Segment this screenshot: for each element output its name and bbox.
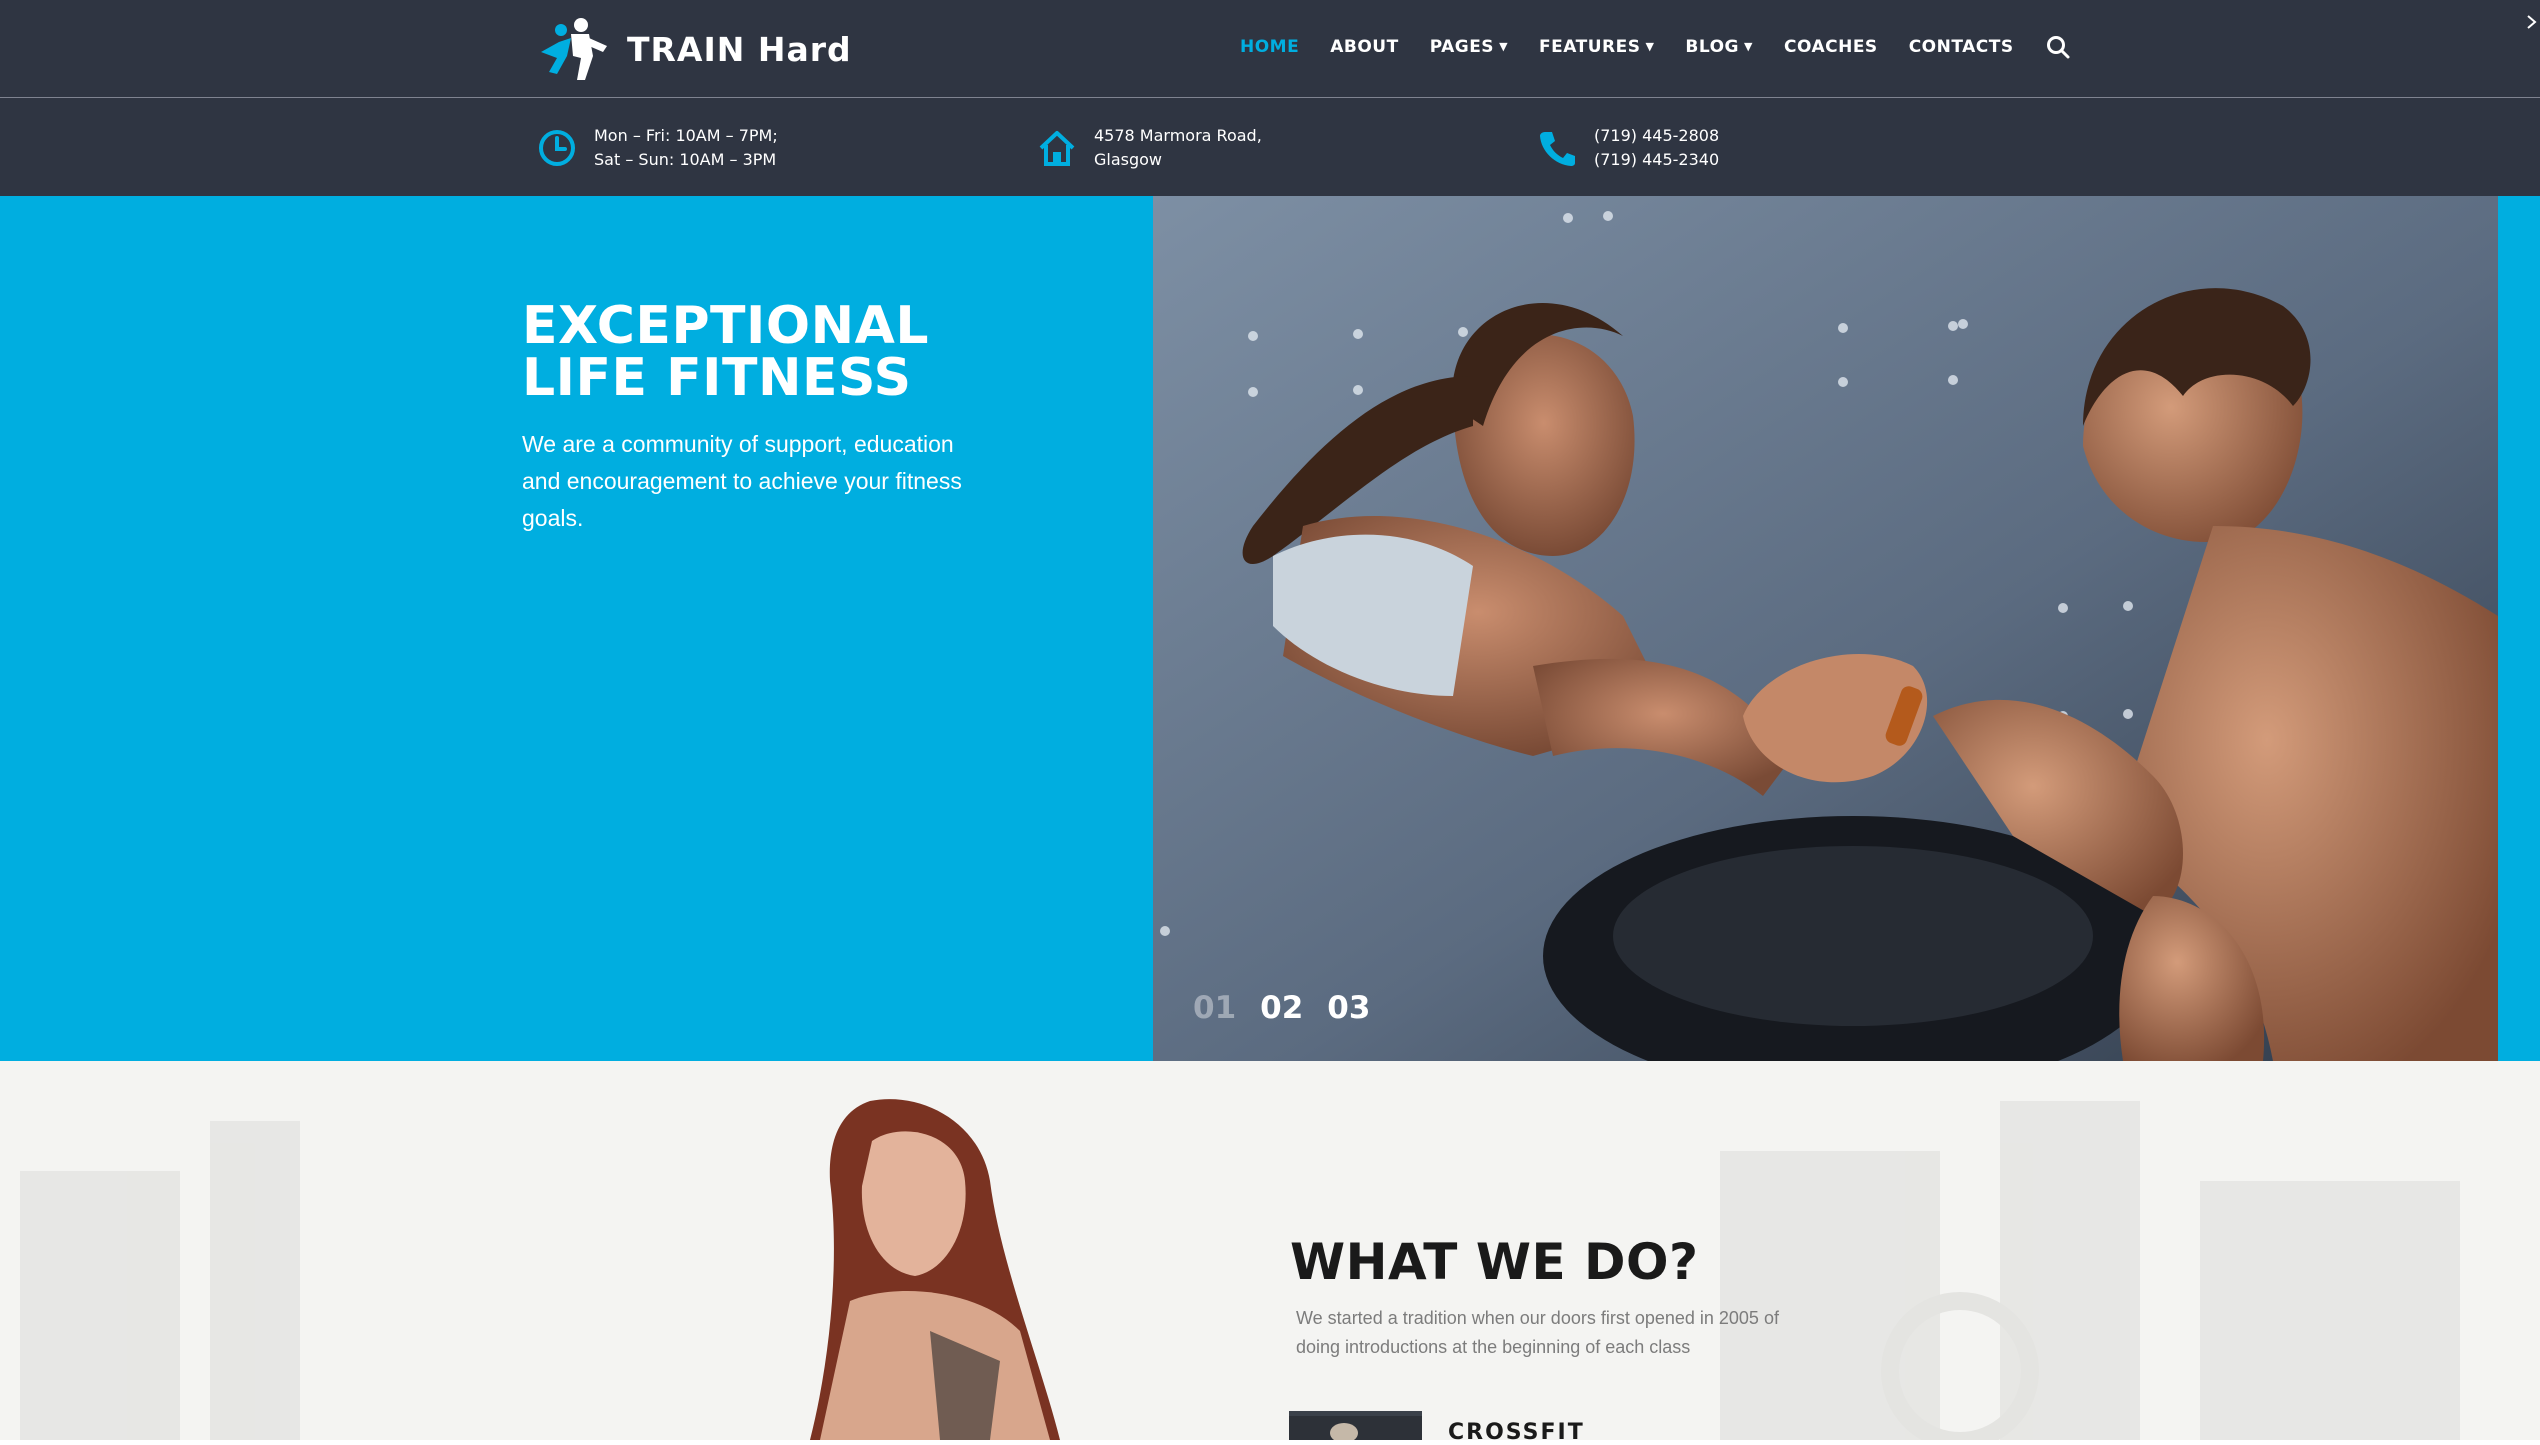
slide-dot-2[interactable]: 02 <box>1260 990 1303 1026</box>
main-nav: HOME ABOUT PAGES ▼ FEATURES ▼ BLOG ▼ COACHE… <box>1240 30 2071 64</box>
gym-background-image <box>0 1061 2540 1440</box>
nav-item-label: COACHES <box>1783 37 1878 57</box>
hero-title: EXCEPTIONAL LIFE FITNESS <box>522 300 929 404</box>
nav-item-label: BLOG <box>1685 37 1740 57</box>
address-street: 4578 Marmora Road, <box>1094 126 1262 145</box>
nav-item-label: PAGES <box>1429 37 1495 57</box>
address-text: 4578 Marmora Road, Glasgow <box>1094 124 1262 172</box>
chevron-down-icon: ▼ <box>1744 40 1753 53</box>
chevron-down-icon: ▼ <box>1645 40 1655 53</box>
nav-item-contacts[interactable]: CONTACTS <box>1909 37 2014 57</box>
search-icon[interactable] <box>2045 34 2071 60</box>
home-icon <box>1039 131 1075 166</box>
nav-item-label: CONTACTS <box>1908 37 2014 57</box>
nav-item-label: ABOUT <box>1330 37 1399 57</box>
address-city: Glasgow <box>1094 150 1163 169</box>
nav-item-about[interactable]: ABOUT <box>1330 37 1398 57</box>
chevron-down-icon: ▼ <box>1499 40 1509 53</box>
hero-accent-strip <box>2498 196 2540 1061</box>
phone-secondary[interactable]: (719) 445-2340 <box>1594 148 1719 172</box>
nav-item-coaches[interactable]: COACHES <box>1784 37 1878 57</box>
logo-icon <box>541 18 607 80</box>
nav-item-label: HOME <box>1240 37 1300 57</box>
opening-hours: Mon – Fri: 10AM – 7PM; Sat – Sun: 10AM –… <box>537 124 778 172</box>
phone-numbers: (719) 445-2808 (719) 445-2340 <box>1537 124 1719 172</box>
address: 4578 Marmora Road, Glasgow <box>1037 124 1262 172</box>
hero-description: We are a community of support, education… <box>522 431 962 531</box>
section-title: WHAT WE DO? <box>1290 1233 1699 1291</box>
phone-icon <box>1540 132 1575 166</box>
clock-icon <box>539 130 575 166</box>
slide-dot-3[interactable]: 03 <box>1327 990 1370 1026</box>
slider-pagination: 01 02 03 <box>1193 990 1394 1026</box>
crossfit-thumbnail[interactable] <box>1289 1411 1422 1440</box>
nav-item-features[interactable]: FEATURES ▼ <box>1539 37 1654 57</box>
opening-hours-text: Mon – Fri: 10AM – 7PM; Sat – Sun: 10AM –… <box>594 124 778 172</box>
nav-item-blog[interactable]: BLOG ▼ <box>1685 37 1753 57</box>
brand-name: TRAIN Hard <box>627 29 852 69</box>
site-logo[interactable]: TRAIN Hard <box>537 16 852 82</box>
hours-weekend: Sat – Sun: 10AM – 3PM <box>594 150 777 169</box>
what-we-do-section <box>0 1061 2540 1440</box>
hero-title-line-2: LIFE FITNESS <box>522 348 912 408</box>
hours-weekdays: Mon – Fri: 10AM – 7PM; <box>594 126 778 145</box>
contact-info-bar: Mon – Fri: 10AM – 7PM; Sat – Sun: 10AM –… <box>0 98 2540 196</box>
phone-primary[interactable]: (719) 445-2808 <box>1594 124 1719 148</box>
arm-wrestling-photo <box>1153 196 2498 1061</box>
nav-item-pages[interactable]: PAGES ▼ <box>1430 37 1508 57</box>
slide-dot-1[interactable]: 01 <box>1193 990 1236 1026</box>
top-navigation-bar: TRAIN Hard HOME ABOUT PAGES ▼ FEATURES ▼ B… <box>0 0 2540 98</box>
hero-slide-image <box>1153 196 2498 1061</box>
hero-title-line-1: EXCEPTIONAL <box>522 296 929 356</box>
section-description: We started a tradition when our doors fi… <box>1296 1308 1779 1357</box>
nav-item-label: FEATURES <box>1539 37 1641 57</box>
service-title-crossfit[interactable]: CROSSFIT <box>1448 1420 1585 1445</box>
nav-item-home[interactable]: HOME <box>1240 37 1299 57</box>
phone-text: (719) 445-2808 (719) 445-2340 <box>1594 124 1719 172</box>
chevron-right-icon[interactable] <box>2526 12 2540 32</box>
